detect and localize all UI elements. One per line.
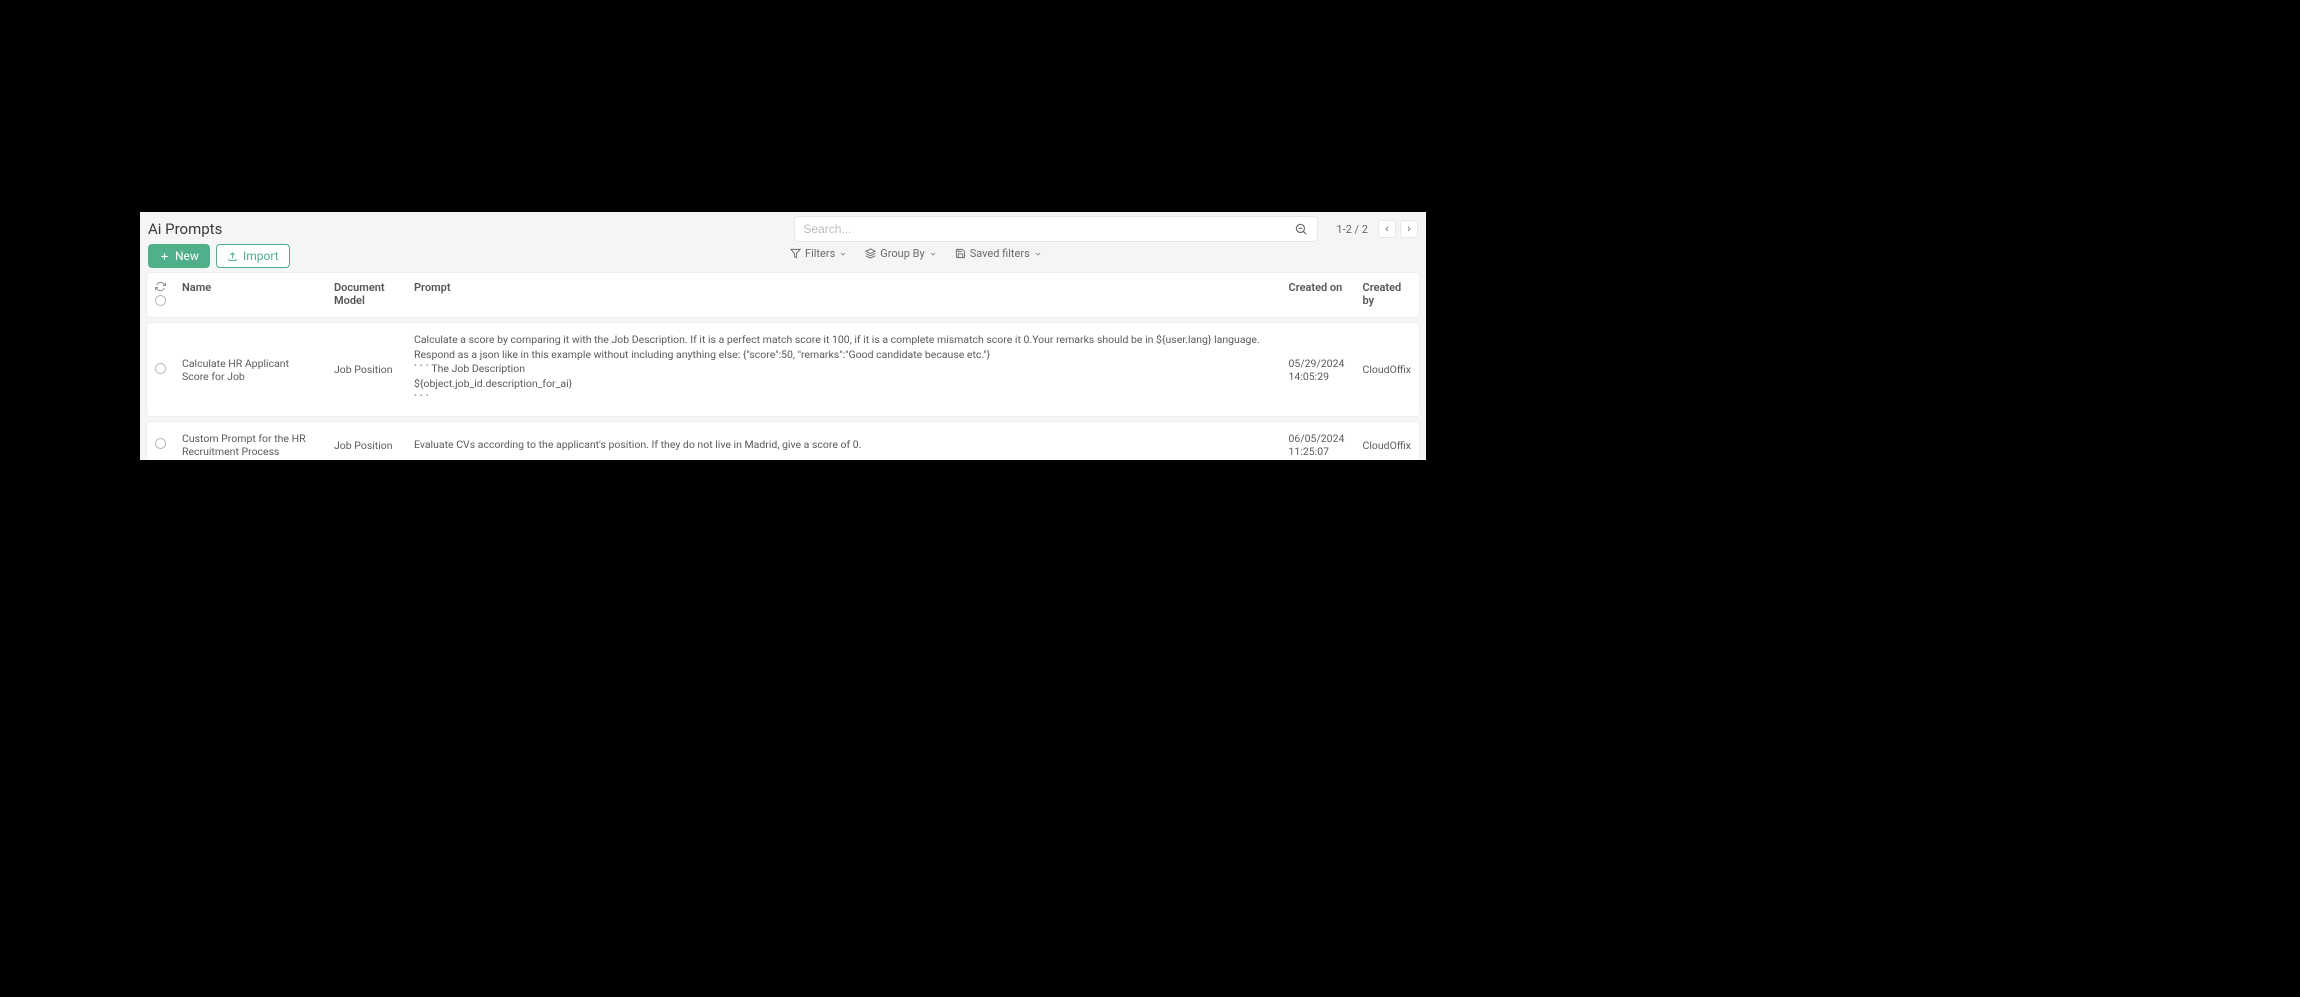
search-box[interactable] xyxy=(794,216,1318,242)
col-header-created-on[interactable]: Created on xyxy=(1281,272,1355,318)
refresh-icon[interactable] xyxy=(155,281,166,292)
cell-prompt: Evaluate CVs according to the applicant'… xyxy=(406,421,1281,460)
cell-name: Custom Prompt for the HR Recruitment Pro… xyxy=(174,421,326,460)
cell-name: Calculate HR Applicant Score for Job xyxy=(174,322,326,417)
import-button-label: Import xyxy=(243,249,279,263)
cell-document-model: Job Position xyxy=(326,322,406,417)
cell-document-model: Job Position xyxy=(326,421,406,460)
funnel-icon xyxy=(790,248,801,259)
chevron-down-icon xyxy=(839,250,847,258)
chevron-down-icon xyxy=(929,250,937,258)
cell-created-by: CloudOffix xyxy=(1355,421,1420,460)
data-table: Name Document Model Prompt Created on Cr… xyxy=(140,268,1426,460)
new-button-label: New xyxy=(175,249,199,263)
col-header-created-by[interactable]: Created by xyxy=(1355,272,1420,318)
search-icon[interactable] xyxy=(1293,221,1309,237)
cell-prompt: Calculate a score by comparing it with t… xyxy=(406,322,1281,417)
filter-bar: Filters Group By Saved filters xyxy=(140,247,1426,268)
filters-label: Filters xyxy=(805,247,835,260)
plus-icon xyxy=(159,251,170,262)
pager-range: 1-2 / 2 xyxy=(1330,223,1374,236)
col-header-prompt[interactable]: Prompt xyxy=(406,272,1281,318)
cell-created-by: CloudOffix xyxy=(1355,322,1420,417)
groupby-button[interactable]: Group By xyxy=(865,247,936,260)
col-header-document-model[interactable]: Document Model xyxy=(326,272,406,318)
search-area: 1-2 / 2 xyxy=(794,216,1418,242)
import-button[interactable]: Import xyxy=(216,244,290,268)
pager-prev-button[interactable] xyxy=(1378,220,1396,238)
save-icon xyxy=(955,248,966,259)
col-header-name[interactable]: Name xyxy=(174,272,326,318)
header-bar: Ai Prompts 1-2 / 2 xyxy=(140,212,1426,244)
filters-button[interactable]: Filters xyxy=(790,247,847,260)
saved-filters-button[interactable]: Saved filters xyxy=(955,247,1042,260)
row-checkbox[interactable] xyxy=(155,363,166,374)
upload-icon xyxy=(227,251,238,262)
pager: 1-2 / 2 xyxy=(1330,220,1418,238)
cell-created-on: 05/29/2024 14:05:29 xyxy=(1281,322,1355,417)
app-window: Ai Prompts 1-2 / 2 New xyxy=(140,212,1426,460)
table-header-row: Name Document Model Prompt Created on Cr… xyxy=(146,272,1420,318)
select-all-checkbox[interactable] xyxy=(155,295,166,306)
row-checkbox[interactable] xyxy=(155,438,166,449)
layers-icon xyxy=(865,248,876,259)
chevron-down-icon xyxy=(1034,250,1042,258)
new-button[interactable]: New xyxy=(148,244,210,268)
groupby-label: Group By xyxy=(880,247,924,260)
saved-filters-label: Saved filters xyxy=(970,247,1030,260)
table-row[interactable]: Calculate HR Applicant Score for Job Job… xyxy=(146,322,1420,417)
search-input[interactable] xyxy=(803,222,1293,236)
page-title: Ai Prompts xyxy=(148,216,222,238)
pager-next-button[interactable] xyxy=(1400,220,1418,238)
table-row[interactable]: Custom Prompt for the HR Recruitment Pro… xyxy=(146,421,1420,460)
cell-created-on: 06/05/2024 11:25:07 xyxy=(1281,421,1355,460)
